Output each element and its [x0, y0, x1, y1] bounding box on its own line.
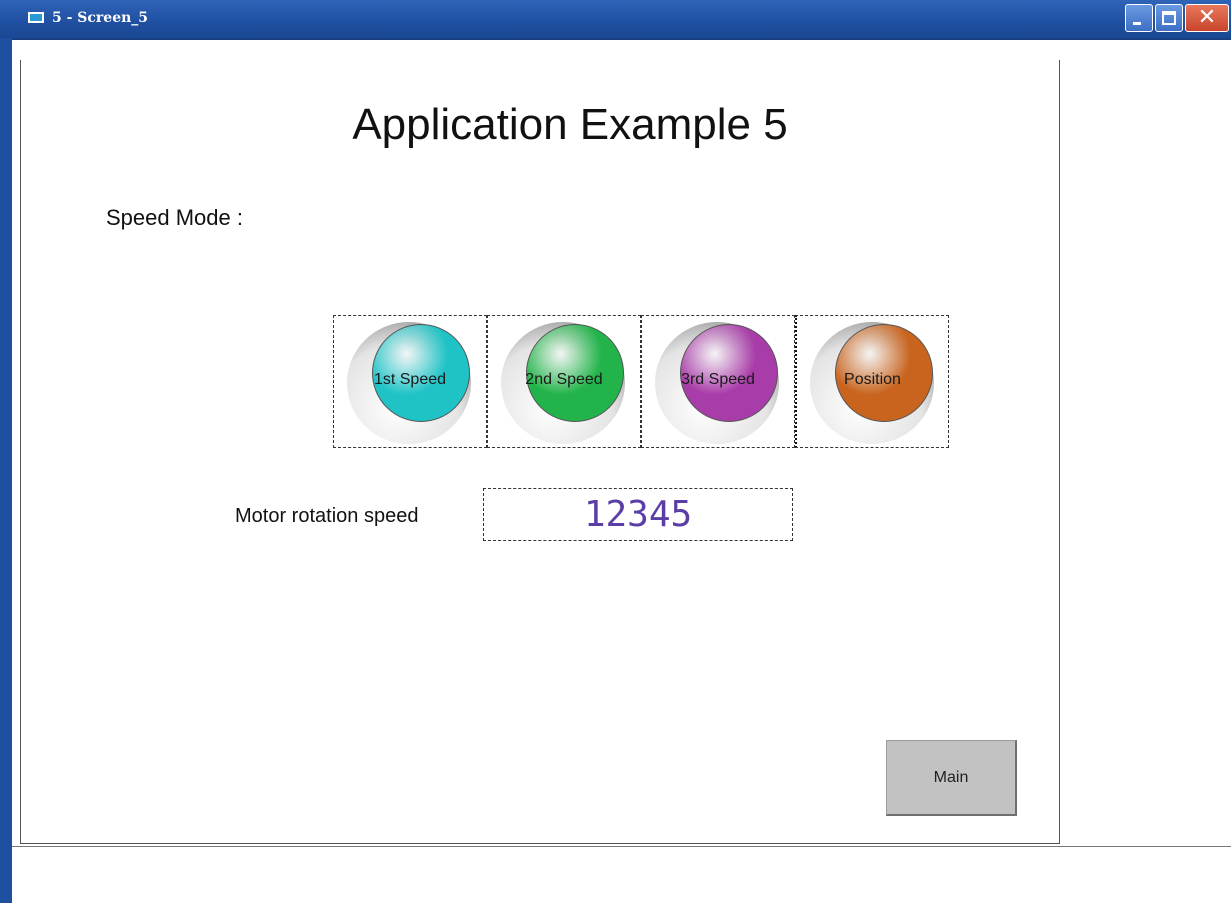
window-titlebar[interactable]: 5 - Screen_5 ✕: [0, 0, 1231, 40]
motor-speed-label: Motor rotation speed: [235, 505, 419, 527]
position-button[interactable]: Position: [795, 315, 949, 448]
hmi-screen-canvas: [20, 60, 1060, 844]
third-speed-button[interactable]: 3rd Speed: [641, 315, 795, 448]
window-app-icon: [28, 12, 44, 23]
maximize-icon[interactable]: [1155, 4, 1183, 32]
screen-bottom-border: [12, 846, 1231, 847]
minimize-icon[interactable]: [1125, 4, 1153, 32]
main-button[interactable]: Main: [886, 740, 1017, 816]
button-label: 3rd Speed: [681, 371, 755, 388]
button-label: Position: [844, 371, 901, 388]
speed-mode-label: Speed Mode :: [106, 205, 243, 230]
close-icon[interactable]: ✕: [1185, 4, 1229, 32]
motor-speed-display: 12345: [483, 488, 793, 541]
button-label: 1st Speed: [373, 371, 447, 388]
page-title: Application Example 5: [352, 100, 788, 149]
window-title: 5 - Screen_5: [52, 10, 149, 26]
speed-button-group: 1st Speed 2nd Speed 3rd Speed Position: [333, 315, 949, 448]
window-left-border: [0, 38, 12, 903]
first-speed-button[interactable]: 1st Speed: [333, 315, 487, 448]
button-label: 2nd Speed: [525, 371, 603, 388]
second-speed-button[interactable]: 2nd Speed: [487, 315, 641, 448]
